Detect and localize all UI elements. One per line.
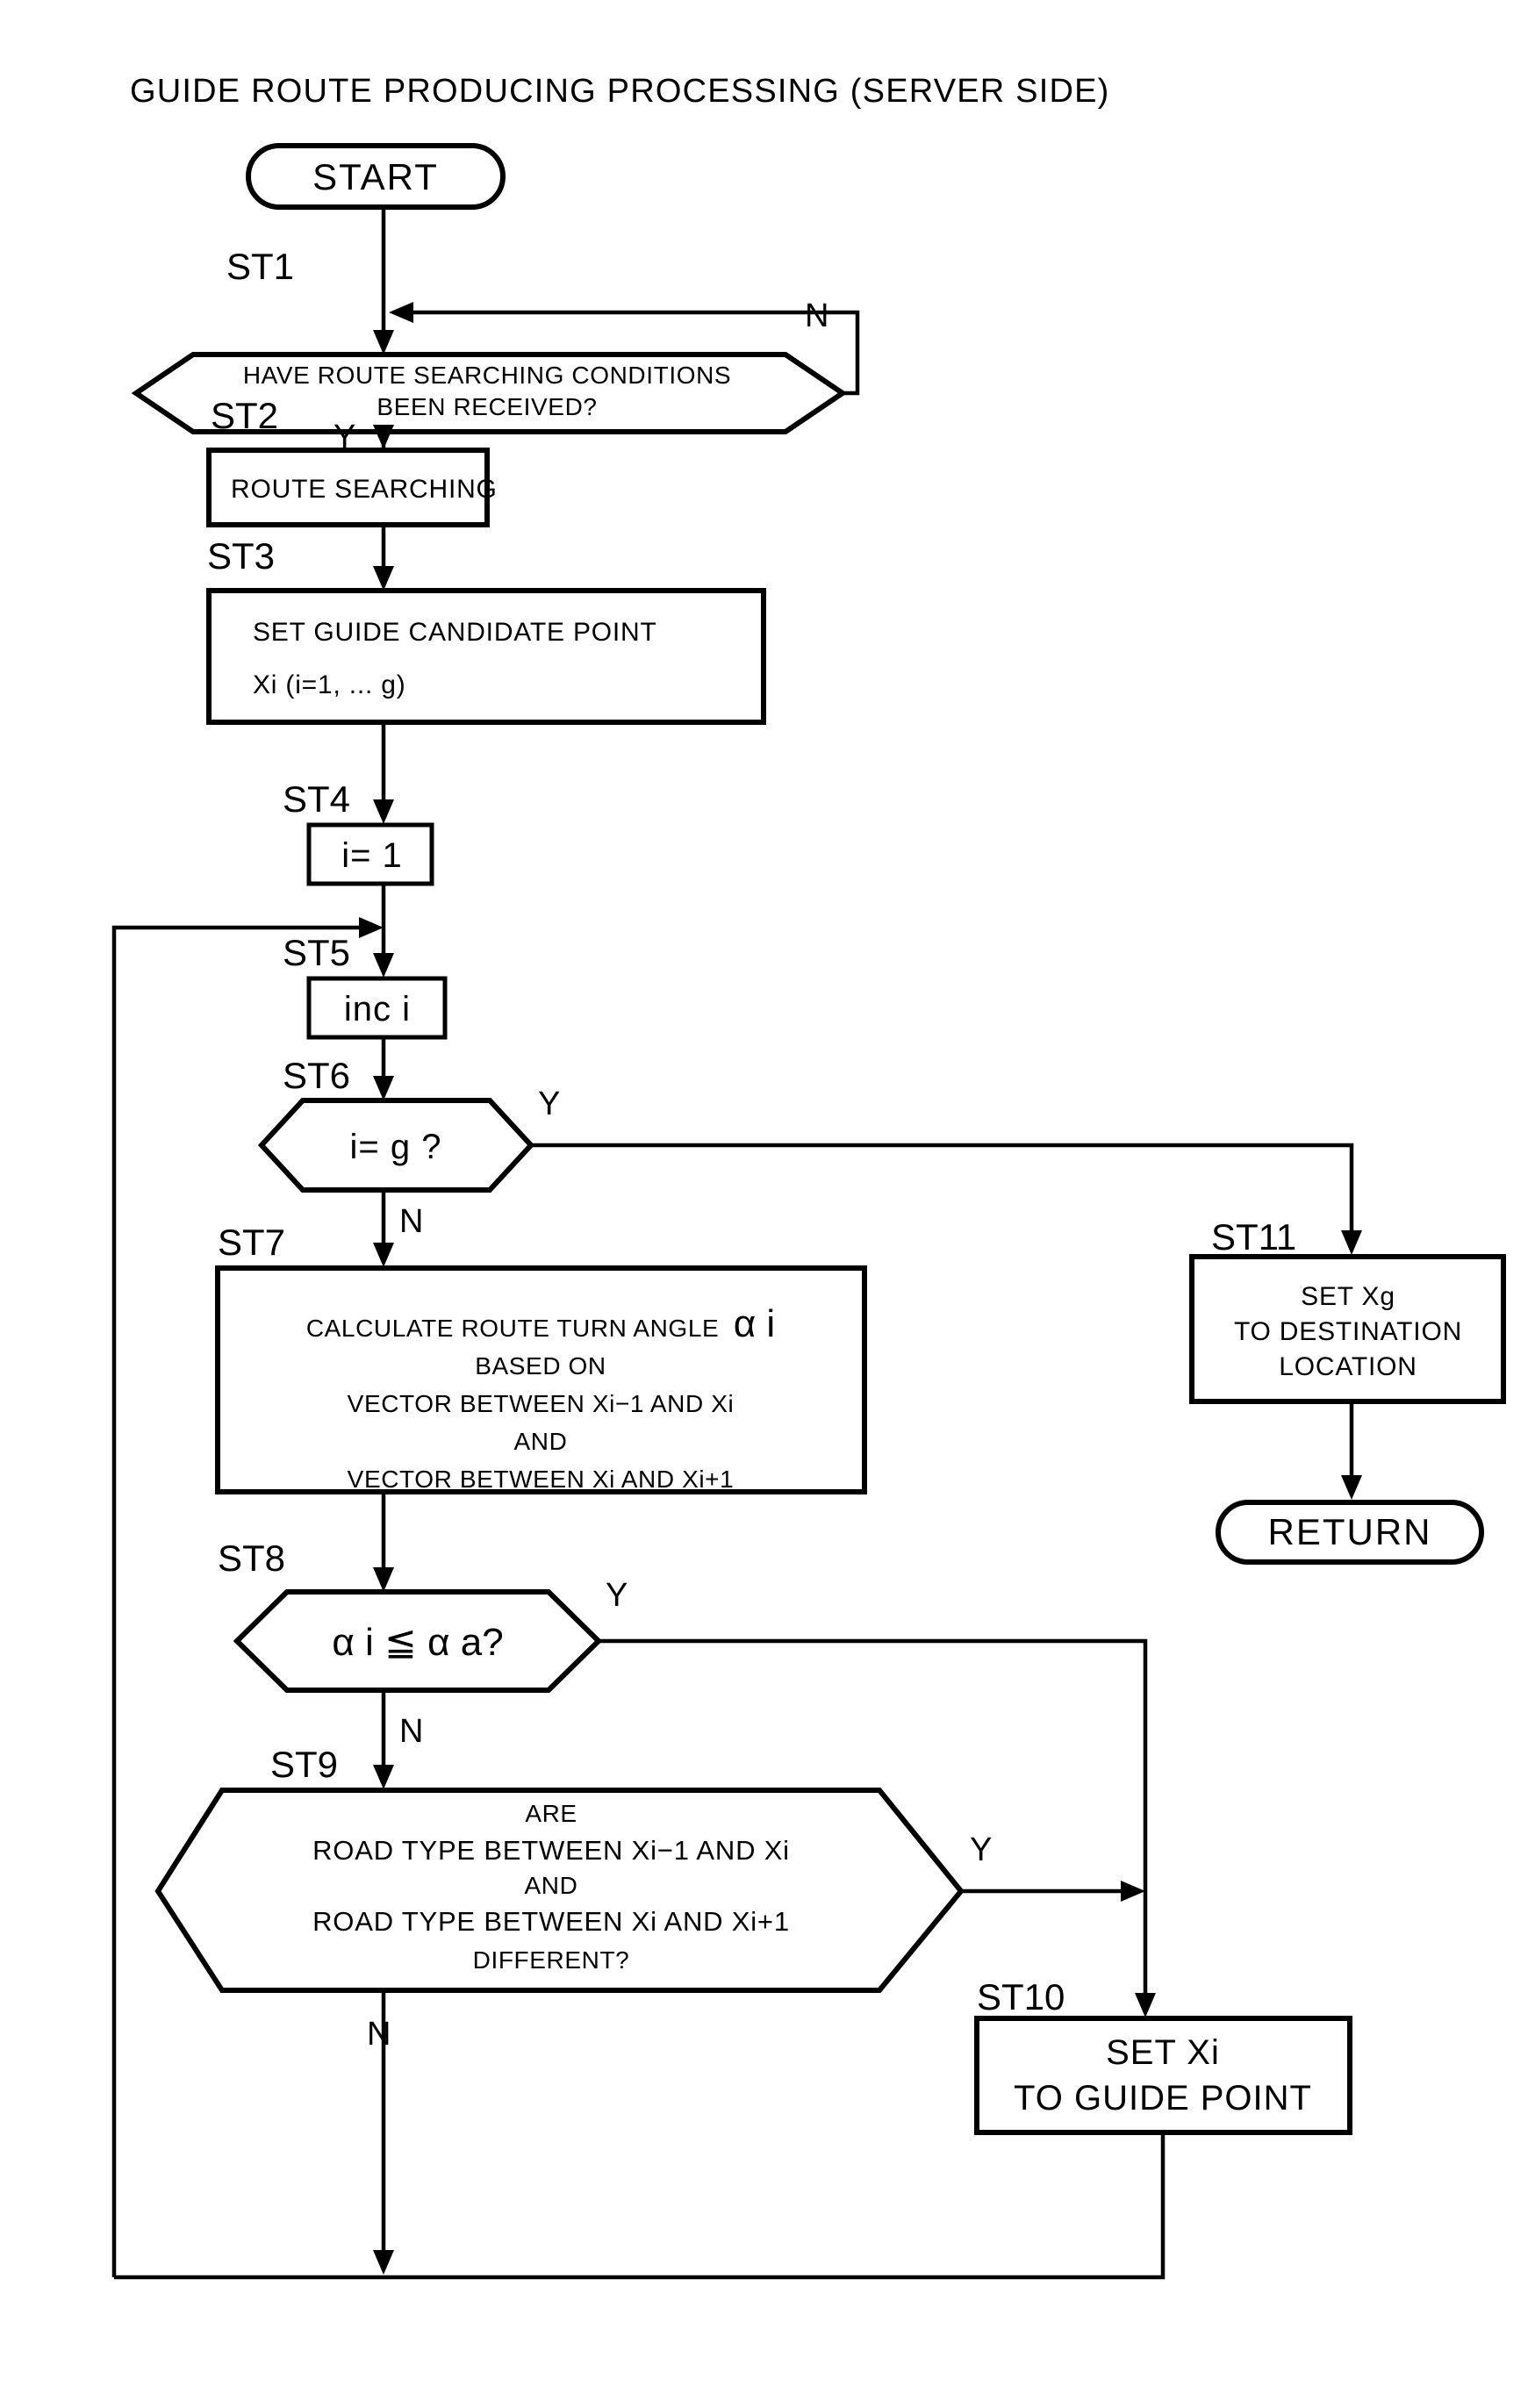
figure-title: GUIDE ROUTE PRODUCING PROCESSING (SERVER… — [130, 73, 1110, 110]
st7-text-line2: BASED ON — [475, 1352, 606, 1380]
arrowhead-st4-to-st5 — [373, 953, 394, 978]
st3-text-line1: SET GUIDE CANDIDATE POINT — [253, 618, 657, 647]
st11-text-line3: LOCATION — [1279, 1352, 1417, 1381]
st2-text: ROUTE SEARCHING — [231, 475, 498, 504]
edge-st10-to-loop-rail — [114, 2132, 1166, 2280]
st1-text-line2: BEEN RECEIVED? — [377, 393, 597, 420]
edge-label-st6-no: N — [399, 1203, 423, 1240]
arrowhead-st7-to-st8 — [373, 1567, 394, 1592]
edge-label-st9-yes: Y — [970, 1831, 992, 1868]
step-label-st8: ST8 — [218, 1537, 285, 1579]
step-label-st4: ST4 — [283, 778, 350, 820]
edge-label-st8-no: N — [399, 1713, 423, 1750]
step-label-st3: ST3 — [207, 535, 275, 577]
st9-text-line4: ROAD TYPE BETWEEN Xi AND Xi+1 — [312, 1906, 790, 1937]
step-label-st5: ST5 — [283, 932, 350, 973]
step-label-st6: ST6 — [283, 1055, 350, 1096]
st7-text-line4: AND — [514, 1428, 568, 1455]
arrowhead-st5-to-st6 — [373, 1076, 394, 1100]
st9-text-line5: DIFFERENT? — [473, 1946, 630, 1974]
step-label-st7: ST7 — [218, 1222, 285, 1263]
arrowhead-st3-to-st4 — [373, 799, 394, 824]
arrowhead-st9-yes-to-st10 — [1121, 1881, 1145, 1902]
edge-label-st6-yes: Y — [538, 1086, 560, 1122]
st10-text-line2: TO GUIDE POINT — [1014, 2079, 1312, 2118]
st9-text-line2: ROAD TYPE BETWEEN Xi−1 AND Xi — [312, 1835, 790, 1866]
step-label-st10: ST10 — [977, 1976, 1065, 2017]
arrowhead-st8-yes-to-st10 — [1135, 1993, 1156, 2017]
st7-line1-words: CALCULATE ROUTE TURN ANGLE — [306, 1315, 719, 1342]
edge-label-st1-no: N — [805, 297, 828, 334]
arrowhead-st11-to-return — [1341, 1475, 1362, 1500]
arrowhead-st1-yes — [373, 425, 394, 449]
arrowhead-st9-no-to-rail — [373, 2250, 394, 2275]
st3-process-shape — [206, 588, 766, 725]
st10-text-line1: SET Xi — [1106, 2033, 1220, 2072]
st11-text-line2: TO DESTINATION — [1234, 1317, 1462, 1346]
step-label-st9: ST9 — [270, 1744, 338, 1785]
arrowhead-st2-to-st3 — [373, 566, 394, 591]
st11-text-line1: SET Xg — [1301, 1282, 1395, 1311]
step-label-st1: ST1 — [226, 246, 294, 287]
st7-text-line5: VECTOR BETWEEN Xi AND Xi+1 — [348, 1466, 735, 1493]
st7-text-line3: VECTOR BETWEEN Xi−1 AND Xi — [348, 1390, 735, 1417]
st9-text-line3: AND — [525, 1872, 578, 1899]
flowchart-canvas: GUIDE ROUTE PRODUCING PROCESSING (SERVER… — [0, 0, 1535, 2408]
st7-line1-symbol: α i — [734, 1302, 775, 1345]
edge-label-st9-no: N — [367, 2016, 391, 2053]
start-label: START — [312, 156, 439, 197]
arrowhead-st6-no-to-st7 — [373, 1243, 394, 1267]
st5-text: inc i — [344, 990, 411, 1028]
edge-label-st8-yes: Y — [606, 1577, 628, 1614]
st6-text: i= g ? — [350, 1128, 442, 1166]
arrowhead-loop-back-to-st5 — [359, 917, 384, 938]
st1-text-line1: HAVE ROUTE SEARCHING CONDITIONS — [243, 362, 731, 389]
st4-text: i= 1 — [341, 836, 403, 875]
st3-text-line2: Xi (i=1, ... g) — [253, 670, 406, 699]
arrowhead-st1-no-loop — [389, 302, 413, 323]
arrowhead-st8-no-to-st9 — [373, 1765, 394, 1789]
st9-text-line1: ARE — [525, 1800, 577, 1827]
step-label-st11: ST11 — [1211, 1216, 1296, 1258]
step-label-st2: ST2 — [211, 395, 278, 436]
arrowhead-st6-yes-to-st11 — [1341, 1230, 1362, 1255]
flowchart-svg: GUIDE ROUTE PRODUCING PROCESSING (SERVER… — [0, 0, 1535, 2408]
arrowhead-start-to-st1 — [373, 330, 394, 355]
st8-text: α i ≦ α a? — [332, 1621, 503, 1664]
return-label: RETURN — [1268, 1511, 1432, 1552]
